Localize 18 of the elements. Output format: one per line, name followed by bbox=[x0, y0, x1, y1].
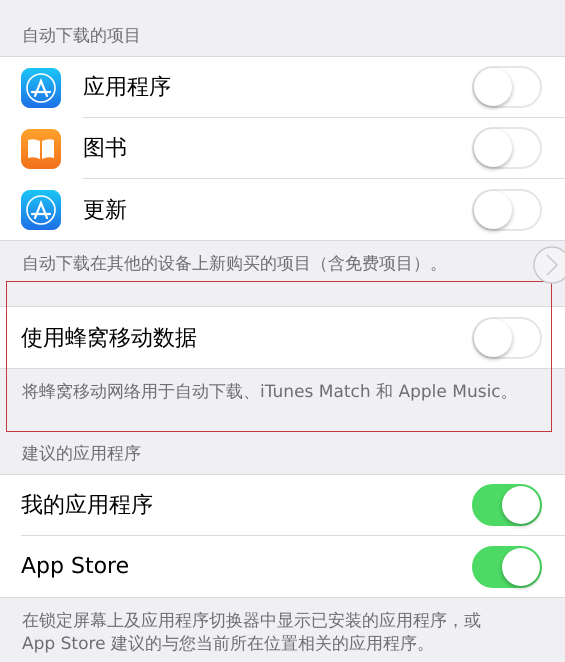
floating-button-icon[interactable] bbox=[532, 245, 565, 285]
section-footer: App Store 建议的与您当前所在位置相关的应用程序。 bbox=[22, 633, 543, 656]
section-footer: 自动下载在其他的设备上新购买的项目（含免费项目）。 bbox=[22, 253, 543, 276]
row-label: 我的应用程序 bbox=[21, 492, 153, 520]
book-icon bbox=[21, 128, 61, 168]
section-header: 自动下载的项目 bbox=[21, 25, 142, 48]
app-store-icon bbox=[21, 68, 61, 108]
row-label: 更新 bbox=[83, 196, 127, 224]
row-label: 应用程序 bbox=[83, 74, 171, 102]
row-label: App Store bbox=[21, 554, 130, 579]
toggle-switch[interactable] bbox=[472, 546, 542, 588]
section-footer: 在锁定屏幕上及应用程序切换器中显示已安装的应用程序，或 bbox=[22, 610, 543, 633]
app-store-icon bbox=[21, 190, 61, 230]
section-header: 建议的应用程序 bbox=[20, 443, 142, 466]
row-label: 图书 bbox=[83, 135, 127, 163]
toggle-switch[interactable] bbox=[472, 484, 542, 526]
row-label: 使用蜂窝移动数据 bbox=[21, 324, 197, 352]
section-footer: 将蜂窝移动网络用于自动下载、iTunes Match 和 Apple Music。 bbox=[22, 381, 543, 404]
